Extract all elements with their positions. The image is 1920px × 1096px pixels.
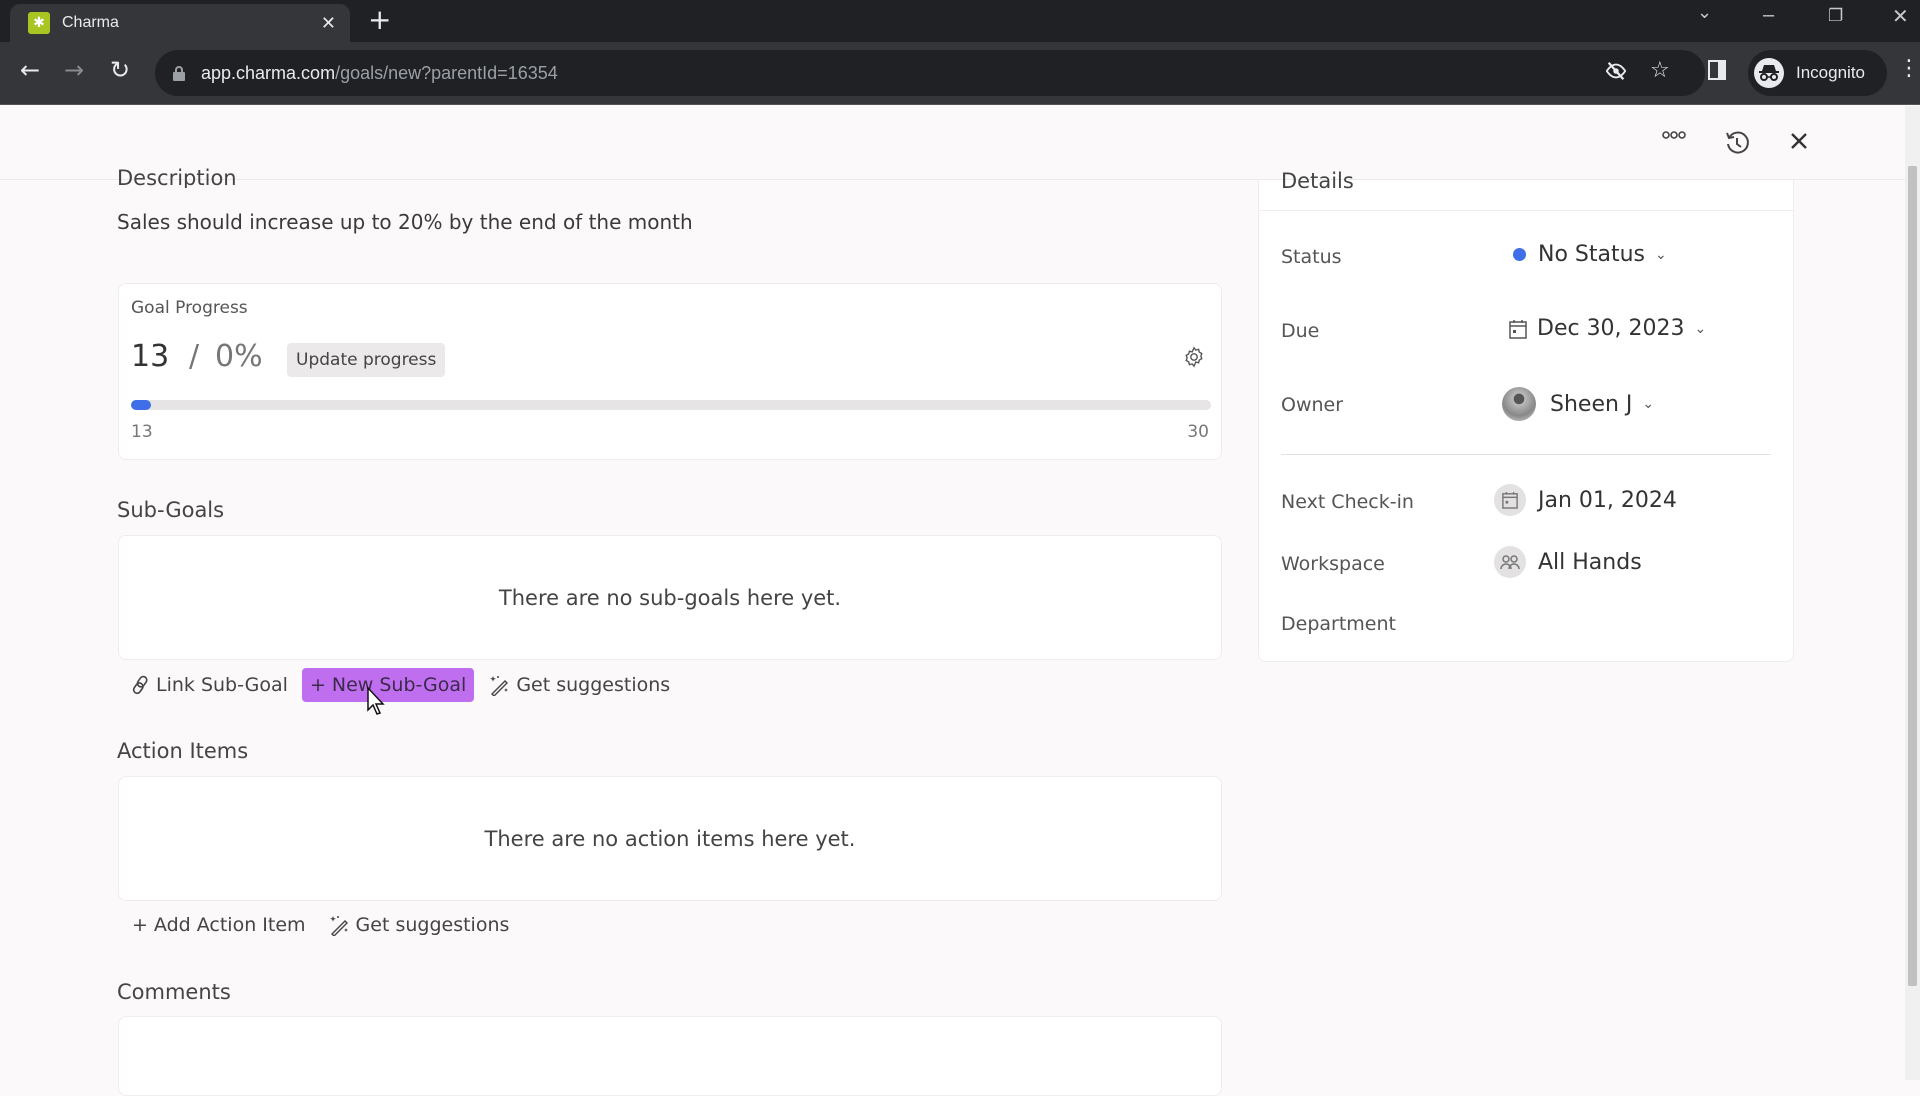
lock-icon	[173, 66, 185, 81]
calendar-icon	[1509, 319, 1527, 339]
browser-tab[interactable]: ✱ Charma ✕	[10, 4, 350, 42]
browser-menu-icon[interactable]: ⋮	[1898, 58, 1920, 80]
sub-goals-actions: Link Sub-Goal + New Sub-Goal Get suggest…	[124, 668, 684, 702]
due-label: Due	[1281, 320, 1320, 342]
browser-tab-bar: ✱ Charma ✕ + ⌄ – ❐ ✕	[0, 0, 1920, 42]
back-icon[interactable]: ←	[20, 58, 40, 82]
goal-progress-label: Goal Progress	[131, 298, 248, 318]
sub-goals-title: Sub-Goals	[117, 498, 225, 522]
plus-icon: +	[132, 914, 148, 936]
next-check-in-label: Next Check-in	[1281, 491, 1414, 513]
link-sub-goal-label: Link Sub-Goal	[156, 674, 288, 696]
action-items-empty-text: There are no action items here yet.	[484, 826, 856, 851]
plus-icon: +	[309, 674, 326, 696]
link-icon	[132, 675, 150, 695]
due-date-dropdown[interactable]: Dec 30, 2023 ⌄	[1509, 316, 1706, 341]
status-dropdown[interactable]: No Status ⌄	[1513, 242, 1667, 267]
next-check-in-value-button[interactable]: Jan 01, 2024	[1494, 484, 1677, 516]
chevron-down-icon: ⌄	[1642, 396, 1655, 412]
goal-progress-card: Goal Progress 13 / 0% Update progress 13…	[118, 283, 1222, 460]
new-tab-button[interactable]: +	[368, 6, 391, 34]
sub-goals-get-suggestions-button[interactable]: Get suggestions	[480, 668, 678, 702]
charma-logo-icon: ✱	[28, 12, 50, 34]
url-host: app.charma.com	[201, 62, 336, 83]
sub-goals-list: There are no sub-goals here yet.	[118, 535, 1222, 660]
goal-range-min: 13	[131, 422, 153, 442]
details-header-divider	[1259, 210, 1793, 211]
description-text[interactable]: Sales should increase up to 20% by the e…	[117, 210, 693, 234]
browser-toolbar: ← → ↻ app.charma.com/goals/new?parentId=…	[0, 42, 1920, 105]
bookmark-star-icon[interactable]: ☆	[1650, 58, 1670, 83]
due-date-value: Dec 30, 2023	[1537, 316, 1685, 341]
more-options-icon[interactable]	[1662, 130, 1686, 140]
add-action-item-label: Add Action Item	[153, 914, 306, 936]
incognito-label: Incognito	[1796, 63, 1865, 82]
reload-icon[interactable]: ↻	[110, 58, 130, 82]
eye-off-icon[interactable]	[1605, 60, 1627, 82]
next-check-in-value: Jan 01, 2024	[1538, 487, 1677, 513]
tab-search-icon[interactable]: ⌄	[1697, 2, 1712, 23]
goal-progress-fill	[131, 400, 151, 410]
address-bar[interactable]: app.charma.com/goals/new?parentId=16354 …	[155, 50, 1705, 96]
page-scrollbar[interactable]	[1905, 106, 1920, 1080]
gear-icon[interactable]	[1183, 346, 1205, 368]
details-panel: Details Status No Status ⌄ Due Dec 30, 2…	[1258, 169, 1794, 662]
action-items-actions: + Add Action Item Get suggestions	[124, 908, 523, 942]
url-path: /goals/new?parentId=16354	[335, 62, 558, 83]
magic-wand-icon	[488, 674, 510, 696]
new-sub-goal-button[interactable]: + New Sub-Goal	[301, 668, 475, 702]
chevron-down-icon: ⌄	[1694, 320, 1707, 337]
magic-wand-icon	[328, 914, 350, 936]
forward-icon[interactable]: →	[64, 58, 84, 82]
action-items-title: Action Items	[117, 739, 249, 763]
sub-goals-get-suggestions-label: Get suggestions	[516, 674, 671, 696]
add-action-item-button[interactable]: + Add Action Item	[124, 908, 314, 942]
minimize-icon[interactable]: –	[1763, 4, 1774, 27]
tab-title: Charma	[62, 14, 119, 31]
owner-avatar	[1502, 387, 1536, 421]
comments-title: Comments	[117, 980, 231, 1004]
goal-progress-bar	[131, 400, 1211, 410]
owner-value: Sheen J	[1550, 391, 1633, 417]
goal-percent: 0%	[215, 339, 263, 374]
action-items-get-suggestions-button[interactable]: Get suggestions	[320, 908, 518, 942]
window-close-icon[interactable]: ✕	[1892, 4, 1909, 29]
department-label: Department	[1281, 613, 1396, 635]
calendar-icon	[1494, 484, 1526, 516]
update-progress-button[interactable]: Update progress	[287, 343, 446, 377]
goal-value-separator: /	[189, 339, 200, 374]
chevron-down-icon: ⌄	[1655, 246, 1667, 263]
owner-label: Owner	[1281, 394, 1344, 416]
history-icon[interactable]	[1724, 130, 1750, 156]
details-title: Details	[1281, 169, 1354, 192]
description-title: Description	[117, 166, 237, 188]
scrollbar-thumb[interactable]	[1908, 166, 1917, 986]
users-icon	[1494, 546, 1526, 578]
goal-current-value: 13	[131, 339, 170, 374]
incognito-icon	[1754, 58, 1784, 88]
side-panel-icon[interactable]	[1708, 60, 1726, 80]
status-value: No Status	[1538, 242, 1646, 267]
sub-goals-empty-text: There are no sub-goals here yet.	[498, 585, 842, 610]
status-label: Status	[1281, 246, 1342, 268]
status-dot-icon	[1513, 248, 1526, 261]
workspace-label: Workspace	[1281, 553, 1385, 575]
details-divider	[1281, 454, 1771, 455]
close-icon[interactable]	[1788, 130, 1810, 152]
tab-close-icon[interactable]: ✕	[321, 13, 336, 34]
workspace-value-button[interactable]: All Hands	[1494, 546, 1642, 578]
comments-box[interactable]	[118, 1016, 1222, 1096]
goal-range-max: 30	[1187, 422, 1209, 442]
action-items-get-suggestions-label: Get suggestions	[355, 914, 510, 936]
workspace-value: All Hands	[1538, 549, 1642, 575]
owner-dropdown[interactable]: Sheen J ⌄	[1502, 387, 1654, 421]
link-sub-goal-button[interactable]: Link Sub-Goal	[124, 668, 296, 702]
new-sub-goal-label: New Sub-Goal	[331, 674, 467, 696]
goal-header-bar	[0, 106, 1905, 180]
mouse-cursor-icon	[366, 686, 386, 716]
restore-icon[interactable]: ❐	[1828, 6, 1843, 26]
action-items-list: There are no action items here yet.	[118, 776, 1222, 901]
incognito-profile-button[interactable]: Incognito	[1748, 50, 1887, 96]
